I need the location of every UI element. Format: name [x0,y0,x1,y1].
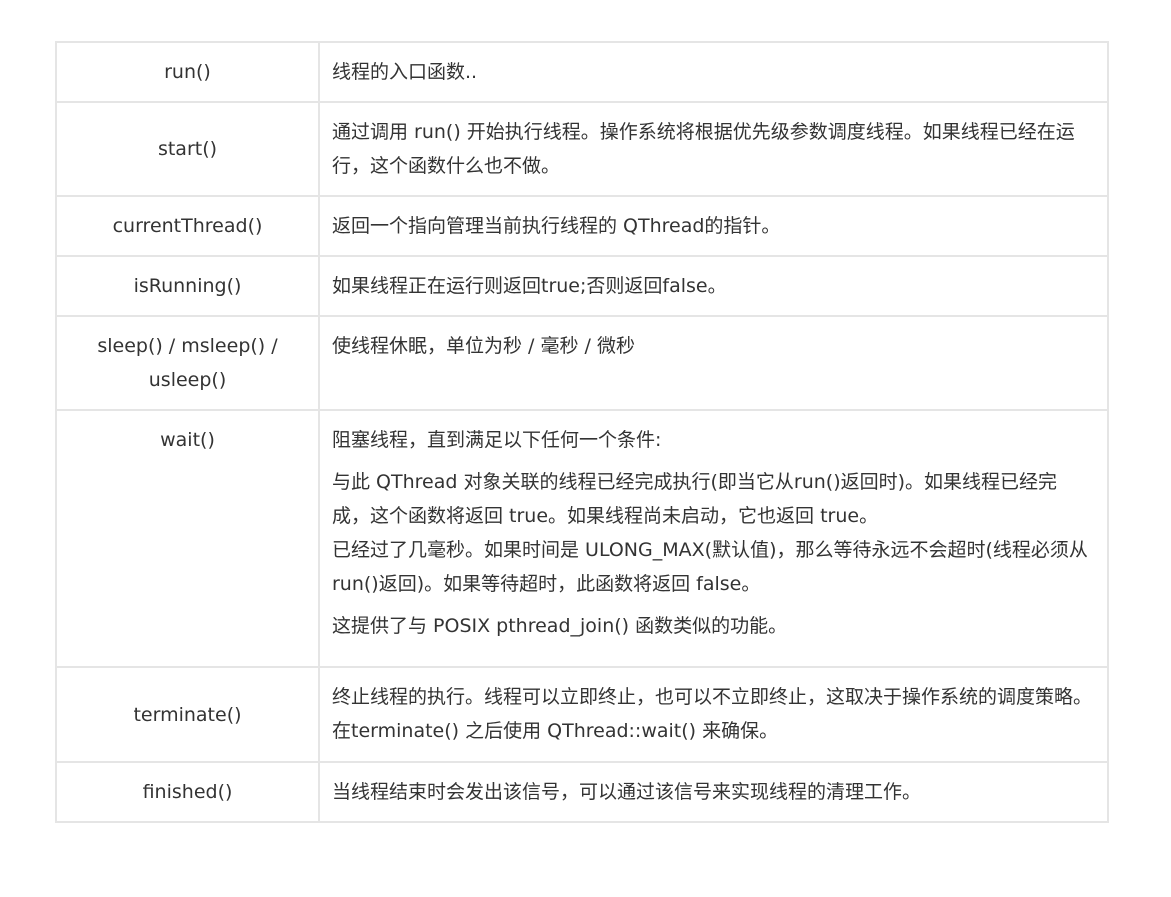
description-text: 使线程休眠，单位为秒 / 毫秒 / 微秒 [332,335,635,357]
function-name-cell: run() [55,41,320,103]
description-text: 当线程结束时会发出该信号，可以通过该信号来实现线程的清理工作。 [332,781,922,803]
function-description-cell: 返回一个指向管理当前执行线程的 QThread的指针。 [318,195,1109,257]
qthread-function-table-container: run() 线程的入口函数.. start() 通过调用 run() 开始执行线… [55,41,1109,823]
table-row: terminate() 终止线程的执行。线程可以立即终止，也可以不立即终止，这取… [55,666,1109,763]
function-name-cell: currentThread() [55,195,320,257]
function-name-cell: start() [55,101,320,197]
function-description-cell: 阻塞线程，直到满足以下任何一个条件: 与此 QThread 对象关联的线程已经完… [318,409,1109,668]
function-name-cell: sleep() / msleep() / usleep() [55,315,320,411]
table-row: currentThread() 返回一个指向管理当前执行线程的 QThread的… [55,195,1109,257]
description-text: 线程的入口函数.. [332,61,478,83]
description-text: 阻塞线程，直到满足以下任何一个条件: [332,429,662,451]
table-row: finished() 当线程结束时会发出该信号，可以通过该信号来实现线程的清理工… [55,761,1109,823]
description-text: 与此 QThread 对象关联的线程已经完成执行(即当它从run()返回时)。如… [332,471,1058,527]
description-text: 通过调用 run() 开始执行线程。操作系统将根据优先级参数调度线程。如果线程已… [332,121,1075,177]
table-row: wait() 阻塞线程，直到满足以下任何一个条件: 与此 QThread 对象关… [55,409,1109,668]
table-row: sleep() / msleep() / usleep() 使线程休眠，单位为秒… [55,315,1109,411]
description-text: 返回一个指向管理当前执行线程的 QThread的指针。 [332,215,781,237]
function-description-cell: 终止线程的执行。线程可以立即终止，也可以不立即终止，这取决于操作系统的调度策略。… [318,666,1109,763]
function-description-cell: 如果线程正在运行则返回true;否则返回false。 [318,255,1109,317]
table-row: run() 线程的入口函数.. [55,41,1109,103]
description-text: 如果线程正在运行则返回true;否则返回false。 [332,275,727,297]
table-row: start() 通过调用 run() 开始执行线程。操作系统将根据优先级参数调度… [55,101,1109,197]
table-row: isRunning() 如果线程正在运行则返回true;否则返回false。 [55,255,1109,317]
function-name-cell: finished() [55,761,320,823]
function-description-cell: 使线程休眠，单位为秒 / 毫秒 / 微秒 [318,315,1109,411]
function-name-cell: wait() [55,409,320,668]
function-description-cell: 通过调用 run() 开始执行线程。操作系统将根据优先级参数调度线程。如果线程已… [318,101,1109,197]
function-description-cell: 当线程结束时会发出该信号，可以通过该信号来实现线程的清理工作。 [318,761,1109,823]
function-name-cell: isRunning() [55,255,320,317]
qthread-function-table: run() 线程的入口函数.. start() 通过调用 run() 开始执行线… [55,41,1109,823]
description-text: 已经过了几毫秒。如果时间是 ULONG_MAX(默认值)，那么等待永远不会超时(… [332,539,1088,595]
description-text: 终止线程的执行。线程可以立即终止，也可以不立即终止，这取决于操作系统的调度策略。… [332,686,1093,742]
function-description-cell: 线程的入口函数.. [318,41,1109,103]
description-text: 这提供了与 POSIX pthread_join() 函数类似的功能。 [332,615,788,637]
function-name-cell: terminate() [55,666,320,763]
